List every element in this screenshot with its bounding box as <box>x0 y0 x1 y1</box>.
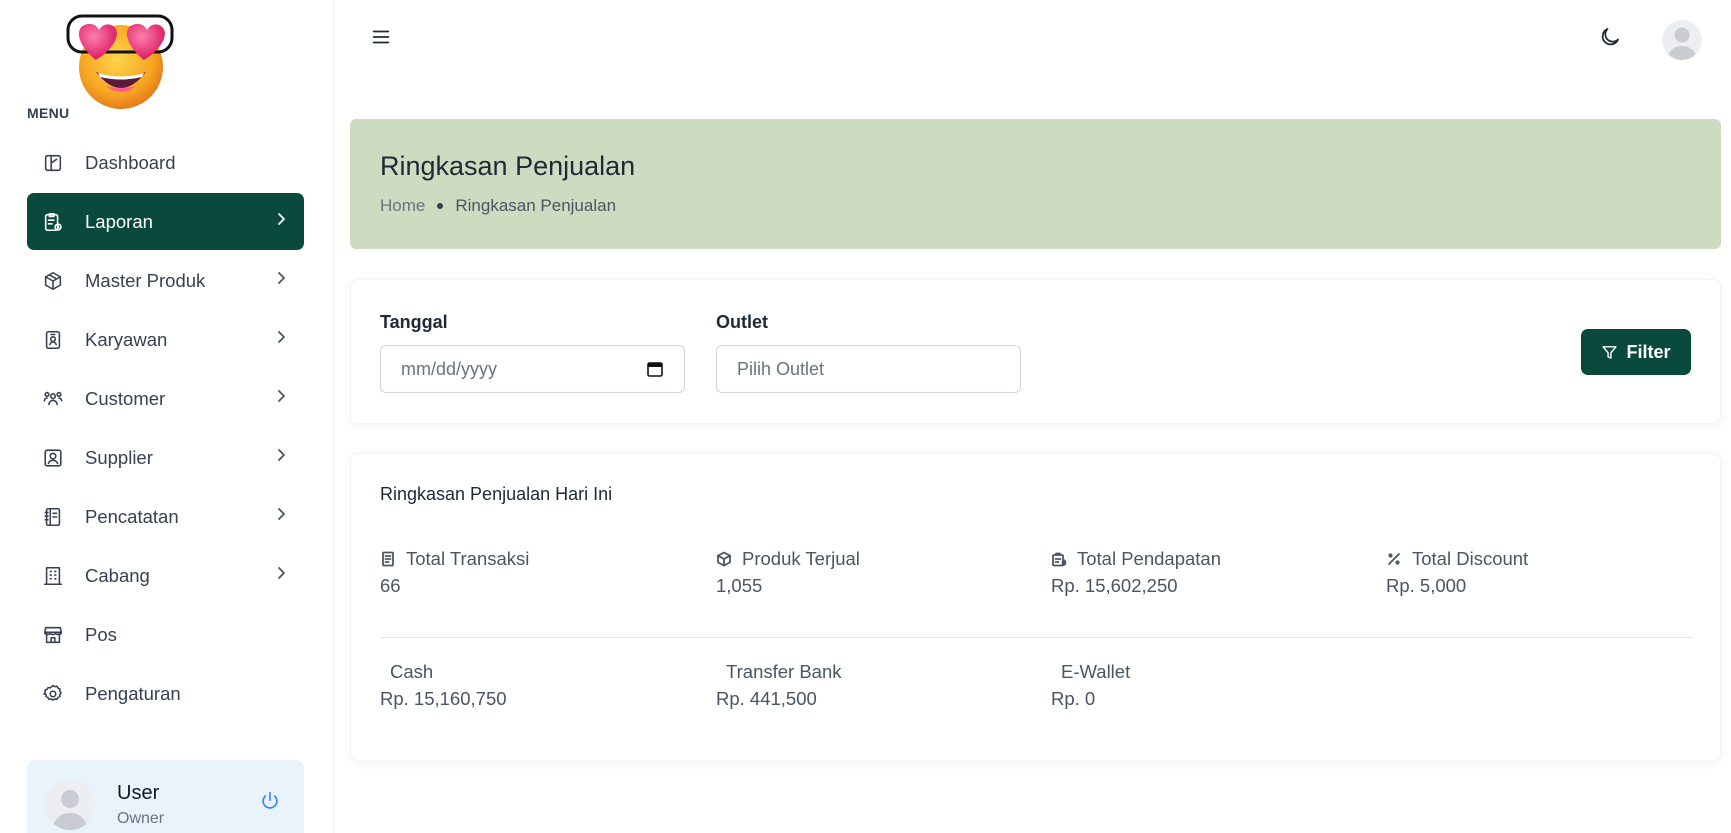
breadcrumb: Home Ringkasan Penjualan <box>380 196 616 216</box>
breadcrumb-separator <box>437 203 444 209</box>
page-header: Ringkasan Penjualan Home Ringkasan Penju… <box>350 119 1721 249</box>
sidebar-item-pos[interactable]: Pos <box>27 606 304 663</box>
summary-divider <box>380 637 1693 638</box>
stat-value: 66 <box>380 575 401 596</box>
revenue-icon <box>1052 552 1067 567</box>
stat-label: Produk Terjual <box>742 548 860 569</box>
payment-label: Cash <box>390 661 434 682</box>
chevron-right-icon <box>274 389 288 408</box>
breadcrumb-home-link[interactable]: Home <box>380 196 425 216</box>
stat-total-discount: Total Discount Rp. 5,000 <box>1386 548 1528 597</box>
sidebar-item-label: Laporan <box>85 210 153 232</box>
sidebar-item-label: Pos <box>85 623 117 645</box>
power-icon[interactable] <box>259 790 283 814</box>
stat-label: Total Transaksi <box>406 548 530 569</box>
filter-button-label: Filter <box>1626 341 1671 362</box>
outlet-select[interactable]: Pilih Outlet <box>716 345 1021 393</box>
sidebar-item-customer[interactable]: Customer <box>27 370 304 427</box>
payment-transfer-bank: Transfer Bank Rp. 441,500 <box>716 661 842 710</box>
building-icon <box>41 564 65 588</box>
sidebar-item-label: Supplier <box>85 446 153 468</box>
sidebar: MENU Dashboard Laporan Master Produk Kar… <box>0 0 334 833</box>
notebook-icon <box>41 505 65 529</box>
date-placeholder: mm/dd/yyyy <box>401 358 498 379</box>
stat-label: Total Pendapatan <box>1077 548 1222 569</box>
gear-icon <box>41 682 65 706</box>
user-name: User <box>117 782 160 804</box>
summary-card: Ringkasan Penjualan Hari Ini Total Trans… <box>350 453 1721 761</box>
sidebar-item-label: Master Produk <box>85 269 206 291</box>
sidebar-item-label: Karyawan <box>85 328 168 350</box>
sidebar-item-cabang[interactable]: Cabang <box>27 547 304 604</box>
sidebar-item-label: Customer <box>85 387 166 409</box>
summary-title: Ringkasan Penjualan Hari Ini <box>380 484 613 504</box>
payment-value: Rp. 0 <box>1051 688 1096 709</box>
chevron-right-icon <box>274 448 288 467</box>
logo-emoji-icon <box>66 12 176 110</box>
payment-e-wallet: E-Wallet Rp. 0 <box>1051 661 1130 710</box>
filter-card: Tanggal mm/dd/yyyy Outlet Pilih Outlet F… <box>350 279 1721 424</box>
stat-total-pendapatan: Total Pendapatan Rp. 15,602,250 <box>1051 548 1221 597</box>
chevron-right-icon <box>274 566 288 585</box>
stat-total-transaksi: Total Transaksi 66 <box>380 548 529 597</box>
stat-value: Rp. 15,602,250 <box>1051 575 1178 596</box>
user-card: User Owner <box>27 760 304 833</box>
stat-label: Total Discount <box>1412 548 1529 569</box>
sidebar-nav: Dashboard Laporan Master Produk Karyawan… <box>27 134 304 724</box>
breadcrumb-current: Ringkasan Penjualan <box>455 196 617 215</box>
sidebar-item-supplier[interactable]: Supplier <box>27 429 304 486</box>
date-input[interactable]: mm/dd/yyyy <box>380 345 685 393</box>
user-role: Owner <box>117 810 165 827</box>
sidebar-item-laporan[interactable]: Laporan <box>27 193 304 250</box>
box-icon <box>717 551 731 567</box>
dark-mode-moon-icon[interactable] <box>1598 25 1624 51</box>
badge-icon <box>41 328 65 352</box>
box-icon <box>41 269 65 293</box>
report-icon <box>41 210 65 234</box>
sidebar-item-pencatatan[interactable]: Pencatatan <box>27 488 304 545</box>
menu-caption: MENU <box>27 105 70 121</box>
sidebar-item-label: Cabang <box>85 564 150 586</box>
percent-icon <box>1388 553 1400 565</box>
chevron-right-icon <box>274 212 288 231</box>
avatar <box>45 780 95 830</box>
stat-produk-terjual: Produk Terjual 1,055 <box>716 548 860 597</box>
store-icon <box>41 623 65 647</box>
sidebar-item-dashboard[interactable]: Dashboard <box>27 134 304 191</box>
chevron-right-icon <box>274 330 288 349</box>
sidebar-item-pengaturan[interactable]: Pengaturan <box>27 665 304 722</box>
outlet-label: Outlet <box>716 312 768 332</box>
stat-value: Rp. 5,000 <box>1386 575 1467 596</box>
calendar-icon[interactable] <box>646 360 664 378</box>
users-icon <box>41 387 65 411</box>
stat-value: 1,055 <box>716 575 763 596</box>
date-filter-group: Tanggal mm/dd/yyyy <box>380 312 685 393</box>
outlet-filter-group: Outlet Pilih Outlet <box>716 312 1021 393</box>
sidebar-item-label: Pencatatan <box>85 505 179 527</box>
profile-avatar[interactable] <box>1662 20 1702 60</box>
dashboard-icon <box>41 151 65 175</box>
hamburger-menu-icon[interactable] <box>370 26 394 50</box>
sidebar-item-label: Pengaturan <box>85 682 181 704</box>
payment-value: Rp. 15,160,750 <box>380 688 507 709</box>
chevron-right-icon <box>274 507 288 526</box>
payment-cash: Cash Rp. 15,160,750 <box>380 661 507 710</box>
chevron-right-icon <box>274 271 288 290</box>
filter-icon <box>1602 345 1618 359</box>
sidebar-item-master-produk[interactable]: Master Produk <box>27 252 304 309</box>
page-title: Ringkasan Penjualan <box>380 151 636 181</box>
sidebar-item-label: Dashboard <box>85 151 176 173</box>
payment-label: E-Wallet <box>1061 661 1131 682</box>
payment-label: Transfer Bank <box>726 661 842 682</box>
outlet-placeholder: Pilih Outlet <box>737 358 825 379</box>
filter-button[interactable]: Filter <box>1581 329 1691 375</box>
sidebar-item-karyawan[interactable]: Karyawan <box>27 311 304 368</box>
payment-value: Rp. 441,500 <box>716 688 817 709</box>
date-label: Tanggal <box>380 312 448 332</box>
contact-icon <box>41 446 65 470</box>
receipt-icon <box>382 551 394 567</box>
